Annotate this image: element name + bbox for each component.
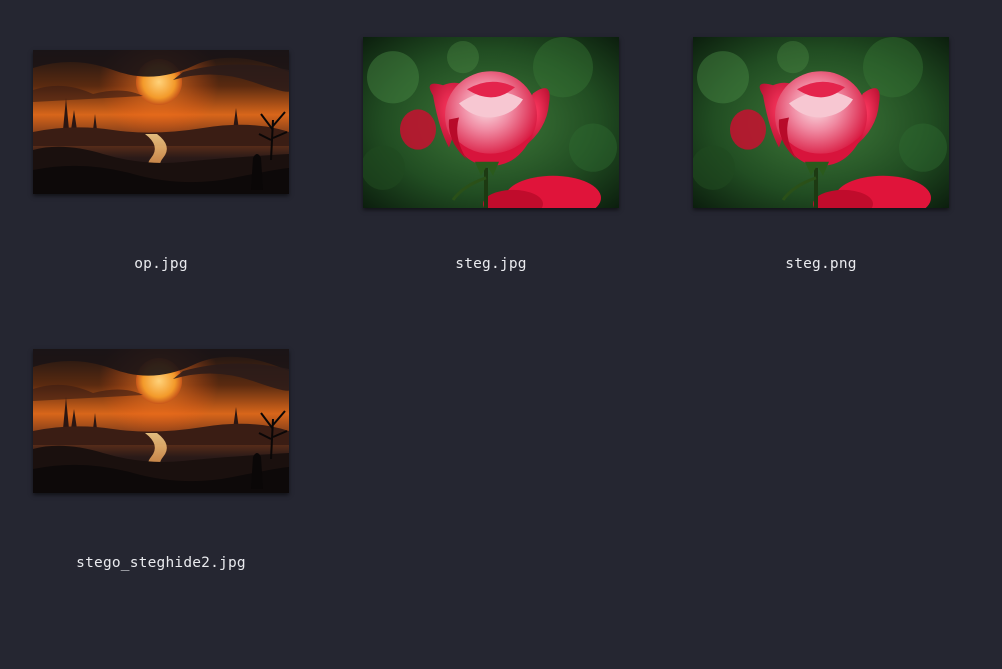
- sunset-landscape-thumbnail: [33, 349, 289, 493]
- file-grid: op.jpg steg.jpg steg.png stego_steghide2…: [0, 0, 1002, 669]
- file-item-stego-steghide2-jpg[interactable]: stego_steghide2.jpg: [0, 299, 300, 589]
- file-item-steg-png[interactable]: steg.png: [660, 0, 960, 290]
- file-name-label: steg.jpg: [455, 256, 527, 272]
- file-name-label: stego_steghide2.jpg: [76, 555, 246, 571]
- red-rose-thumbnail: [693, 37, 949, 208]
- file-name-label: steg.png: [785, 256, 857, 272]
- file-name-label: op.jpg: [134, 256, 188, 272]
- file-item-steg-jpg[interactable]: steg.jpg: [330, 0, 630, 290]
- file-item-op-jpg[interactable]: op.jpg: [0, 0, 300, 290]
- red-rose-thumbnail: [363, 37, 619, 208]
- sunset-landscape-thumbnail: [33, 50, 289, 194]
